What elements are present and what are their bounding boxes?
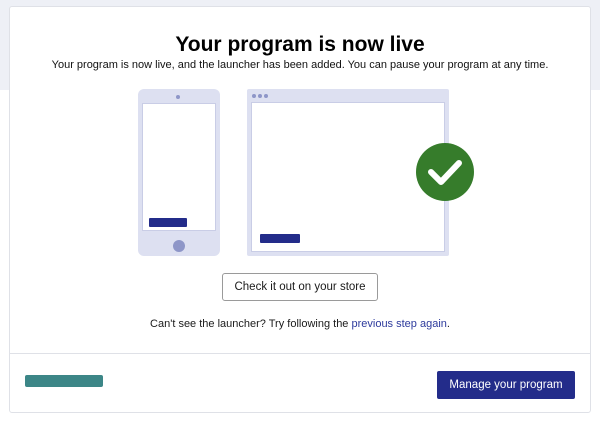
footer-left-placeholder[interactable] <box>25 375 103 387</box>
footer-divider <box>10 353 590 354</box>
phone-illustration <box>138 89 220 256</box>
browser-launcher-bar <box>260 234 300 243</box>
check-icon <box>416 143 474 201</box>
check-store-button[interactable]: Check it out on your store <box>222 273 378 301</box>
phone-screen <box>142 103 216 231</box>
phone-home-button <box>173 240 185 252</box>
hint-period: . <box>446 318 450 330</box>
browser-window-dots <box>252 94 270 98</box>
manage-program-button[interactable]: Manage your program <box>437 371 575 399</box>
hint-text: Can't see the launcher? Try following th… <box>150 318 352 330</box>
modal-subtitle: Your program is now live, and the launch… <box>51 59 549 71</box>
modal-title: Your program is now live <box>175 33 425 56</box>
launcher-hint: Can't see the launcher? Try following th… <box>10 318 590 330</box>
success-modal: Your program is now live Your program is… <box>9 6 591 413</box>
phone-camera-dot <box>176 95 180 99</box>
previous-step-link[interactable]: previous step again <box>351 318 446 330</box>
phone-launcher-bar <box>149 218 187 227</box>
